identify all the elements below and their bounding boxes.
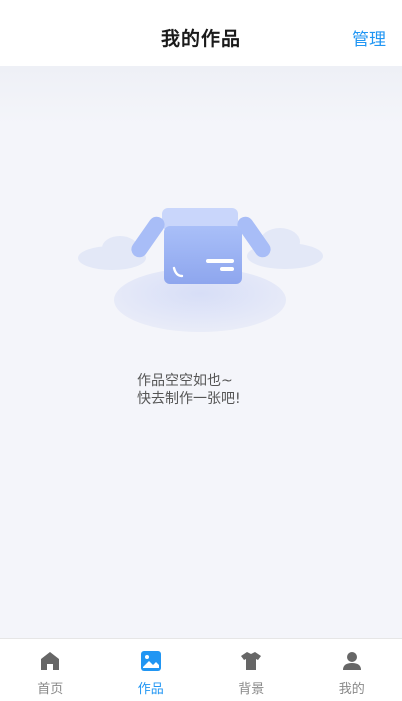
empty-state-message: 作品空空如也~ 快去制作一张吧! bbox=[137, 372, 241, 408]
works-content-area: 作品空空如也~ 快去制作一张吧! bbox=[0, 66, 402, 638]
bottom-tab-bar: 首页 作品 背景 我的 bbox=[0, 638, 402, 701]
tab-home[interactable]: 首页 bbox=[0, 639, 101, 701]
user-icon bbox=[340, 649, 364, 673]
empty-state-line-2: 快去制作一张吧! bbox=[137, 390, 241, 408]
page-title: 我的作品 bbox=[0, 24, 402, 51]
empty-state-line-1: 作品空空如也~ bbox=[137, 372, 241, 390]
tab-works-label: 作品 bbox=[138, 678, 164, 697]
home-icon bbox=[38, 649, 62, 673]
tab-background-label: 背景 bbox=[238, 678, 264, 697]
tab-mine-label: 我的 bbox=[339, 678, 365, 697]
tab-mine[interactable]: 我的 bbox=[302, 639, 402, 701]
tab-background[interactable]: 背景 bbox=[201, 639, 302, 701]
empty-box-illustration bbox=[70, 196, 330, 336]
manage-button[interactable]: 管理 bbox=[352, 25, 386, 50]
tab-home-label: 首页 bbox=[37, 678, 63, 697]
top-bar: 我的作品 管理 bbox=[0, 0, 402, 66]
picture-icon bbox=[139, 649, 163, 673]
tshirt-icon bbox=[239, 649, 263, 673]
tab-works[interactable]: 作品 bbox=[101, 639, 202, 701]
